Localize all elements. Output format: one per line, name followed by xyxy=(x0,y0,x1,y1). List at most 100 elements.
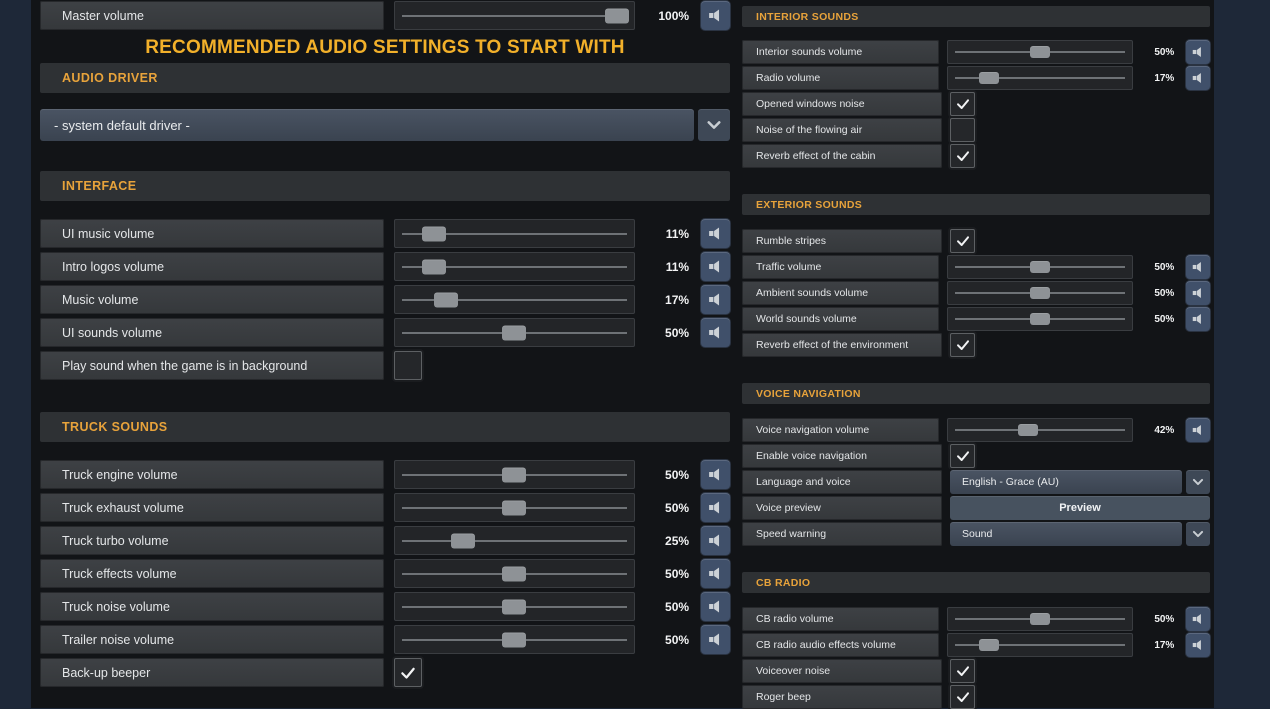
checkbox[interactable] xyxy=(950,333,975,357)
volume-value: 11% xyxy=(665,259,690,274)
setting-label: CB radio audio effects volume xyxy=(742,633,940,657)
checkbox[interactable] xyxy=(394,351,422,380)
volume-slider[interactable] xyxy=(393,526,636,555)
checkbox[interactable] xyxy=(950,144,975,168)
slider-thumb[interactable] xyxy=(502,500,527,515)
mute-button[interactable] xyxy=(701,493,730,522)
volume-slider[interactable] xyxy=(947,255,1133,279)
dropdown-chevron-button[interactable] xyxy=(698,109,730,141)
volume-slider[interactable] xyxy=(393,318,636,347)
volume-slider[interactable] xyxy=(947,40,1133,64)
slider-thumb[interactable] xyxy=(502,467,527,482)
check-icon xyxy=(956,451,969,461)
slider-thumb[interactable] xyxy=(978,72,999,84)
volume-value: 100% xyxy=(658,8,690,23)
slider-thumb[interactable] xyxy=(1030,46,1051,58)
dropdown-field[interactable]: English - Grace (AU) xyxy=(950,470,1182,494)
mute-button[interactable] xyxy=(701,252,730,281)
mute-button[interactable] xyxy=(1186,418,1210,442)
chevron-icon xyxy=(707,121,721,129)
checkbox[interactable] xyxy=(950,444,975,468)
volume-slider[interactable] xyxy=(393,493,636,522)
dropdown-chevron-button[interactable] xyxy=(1186,470,1210,494)
volume-value: 11% xyxy=(665,226,690,241)
checkbox[interactable] xyxy=(950,92,975,116)
slider-thumb[interactable] xyxy=(434,292,459,307)
volume-slider[interactable] xyxy=(393,252,636,281)
mute-button[interactable] xyxy=(701,285,730,314)
section-audio-driver: AUDIO DRIVER - system default driver - xyxy=(40,63,730,141)
volume-value: 50% xyxy=(665,500,690,515)
mute-button[interactable] xyxy=(701,526,730,555)
slider-thumb[interactable] xyxy=(1030,287,1051,299)
mute-button[interactable] xyxy=(1186,255,1210,279)
checkbox[interactable] xyxy=(950,659,975,683)
setting-row: Opened windows noise xyxy=(742,92,1210,116)
mute-button[interactable] xyxy=(701,460,730,489)
setting-label: Master volume xyxy=(40,1,384,30)
mute-button[interactable] xyxy=(1186,633,1210,657)
volume-slider[interactable] xyxy=(393,219,636,248)
volume-slider[interactable] xyxy=(393,559,636,588)
slider-thumb[interactable] xyxy=(605,8,630,23)
speaker-icon xyxy=(1192,47,1202,57)
mute-button[interactable] xyxy=(701,318,730,347)
mute-button[interactable] xyxy=(1186,66,1210,90)
slider-thumb[interactable] xyxy=(1017,424,1038,436)
slider-thumb[interactable] xyxy=(502,599,527,614)
setting-row: Back-up beeper xyxy=(40,658,730,687)
volume-slider[interactable] xyxy=(393,460,636,489)
mute-button[interactable] xyxy=(701,1,730,30)
slider-thumb[interactable] xyxy=(1030,313,1051,325)
mute-button[interactable] xyxy=(701,559,730,588)
volume-value: 50% xyxy=(1154,46,1175,58)
slider-thumb[interactable] xyxy=(1030,613,1051,625)
preview-button[interactable]: Preview xyxy=(950,496,1210,520)
mute-button[interactable] xyxy=(701,625,730,654)
slider-thumb[interactable] xyxy=(450,533,475,548)
section-truck-sounds: TRUCK SOUNDS Truck engine volume 50% Truck … xyxy=(40,412,730,687)
mute-button[interactable] xyxy=(1186,307,1210,331)
dropdown-field[interactable]: - system default driver - xyxy=(40,109,694,141)
checkbox[interactable] xyxy=(950,685,975,709)
volume-slider[interactable] xyxy=(947,633,1133,657)
slider-track xyxy=(401,539,628,542)
checkbox[interactable] xyxy=(950,229,975,253)
setting-row: Trailer noise volume 50% xyxy=(40,625,730,654)
dropdown-field[interactable]: Sound xyxy=(950,522,1182,546)
volume-slider[interactable] xyxy=(393,592,636,621)
volume-slider[interactable] xyxy=(393,285,636,314)
mute-button[interactable] xyxy=(1186,281,1210,305)
setting-row: CB radio audio effects volume 17% xyxy=(742,633,1210,657)
slider-thumb[interactable] xyxy=(1030,261,1051,273)
mute-button[interactable] xyxy=(1186,40,1210,64)
slider-thumb[interactable] xyxy=(502,566,527,581)
setting-label: CB radio volume xyxy=(742,607,940,631)
mute-button[interactable] xyxy=(701,219,730,248)
slider-thumb[interactable] xyxy=(502,325,527,340)
section-rows: Truck engine volume 50% Truck exhaust volu… xyxy=(40,460,730,687)
slider-thumb[interactable] xyxy=(422,226,447,241)
dropdown-chevron-button[interactable] xyxy=(1186,522,1210,546)
setting-row: Voice preview Preview xyxy=(742,496,1210,520)
recommended-title: RECOMMENDED AUDIO SETTINGS TO START WITH xyxy=(145,37,625,58)
checkbox[interactable] xyxy=(394,658,422,687)
mute-button[interactable] xyxy=(1186,607,1210,631)
slider-thumb[interactable] xyxy=(422,259,447,274)
slider-thumb[interactable] xyxy=(502,632,527,647)
volume-slider[interactable] xyxy=(947,307,1133,331)
mute-button[interactable] xyxy=(701,592,730,621)
volume-slider[interactable] xyxy=(947,418,1133,442)
setting-label: Reverb effect of the cabin xyxy=(742,144,942,168)
checkbox[interactable] xyxy=(950,118,975,142)
audio-settings-screen: Master volume 100% RECOMMENDED AUDIO SETT… xyxy=(31,0,1214,709)
volume-slider[interactable] xyxy=(393,1,636,30)
setting-row: Speed warning Sound xyxy=(742,522,1210,546)
slider-thumb[interactable] xyxy=(978,639,999,651)
chevron-icon xyxy=(1192,530,1204,538)
volume-slider[interactable] xyxy=(947,607,1133,631)
volume-slider[interactable] xyxy=(947,66,1133,90)
volume-slider[interactable] xyxy=(393,625,636,654)
volume-slider[interactable] xyxy=(947,281,1133,305)
setting-row: Truck noise volume 50% xyxy=(40,592,730,621)
